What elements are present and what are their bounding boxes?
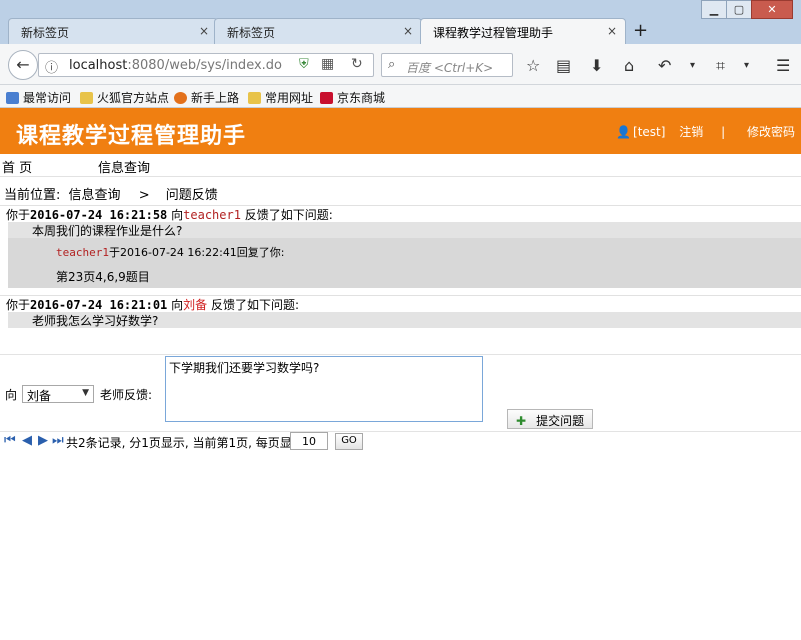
prev-page-icon[interactable]: ◀ (22, 433, 32, 448)
chevron-down-icon[interactable]: ▾ (690, 60, 695, 71)
bookmark-common-sites[interactable]: 常用网址 (248, 89, 313, 106)
jd-logo-icon (320, 92, 333, 104)
info-icon[interactable]: ⓘ (45, 57, 58, 76)
close-icon[interactable]: × (607, 24, 617, 38)
page-size-input[interactable]: 10 (290, 432, 328, 450)
feedback-recipient: teacher1 (183, 208, 241, 222)
bookmark-jd-mall[interactable]: 京东商城 (320, 89, 385, 106)
app-title: 课程教学过程管理助手 (16, 124, 247, 149)
close-icon[interactable]: × (403, 24, 413, 38)
reply-text: 第23页4,6,9题目 (56, 270, 150, 284)
first-page-icon[interactable]: ⏮ (4, 433, 16, 448)
folder-icon (248, 92, 261, 104)
bookmark-getting-started[interactable]: 新手上路 (174, 89, 239, 106)
tab-new-2[interactable]: 新标签页 × (214, 18, 422, 44)
submit-question-button[interactable]: ✚ 提交问题 (507, 409, 593, 429)
search-icon: ⌕ (388, 57, 396, 72)
feedback-question: 本周我们的课程作业是什么? (8, 222, 801, 238)
feedback-form: 向 刘备 ▼ 老师反馈: 下学期我们还要学习数学吗? ✚ 提交问题 (0, 354, 801, 432)
reading-list-icon[interactable]: ▤ (556, 56, 571, 75)
undo-icon[interactable]: ↶ (658, 56, 671, 75)
tab-label: 新标签页 (21, 26, 70, 40)
bookmark-most-visited[interactable]: 最常访问 (6, 89, 71, 106)
minimize-icon[interactable]: ▁ (701, 0, 727, 19)
breadcrumb-info-query[interactable]: 信息查询 (69, 188, 121, 203)
breadcrumb-prefix: 当前位置: (4, 188, 61, 203)
tab-label: 课程教学过程管理助手 (433, 26, 554, 40)
window-close-icon[interactable]: ✕ (751, 0, 793, 19)
bookmark-star-icon[interactable]: ☆ (526, 56, 540, 75)
feedback-timestamp: 2016-07-24 16:21:58 (30, 208, 168, 222)
chevron-down-icon: ▼ (82, 388, 89, 398)
browser-tab-bar: 新标签页 × 新标签页 × 课程教学过程管理助手 × + ▁ ▢ ✕ (0, 0, 801, 44)
teacher-select[interactable]: 刘备 ▼ (22, 385, 94, 403)
logout-link[interactable]: 注销 (679, 125, 703, 139)
next-page-icon[interactable]: ▶ (38, 433, 48, 448)
menu-info-query[interactable]: 信息查询 (98, 157, 150, 176)
go-button[interactable]: GO (335, 433, 363, 450)
search-placeholder: 百度 <Ctrl+K> (406, 61, 494, 75)
main-menu: 首 页 信息查询 (0, 154, 801, 177)
new-tab-button[interactable]: + (633, 20, 648, 41)
home-icon[interactable]: ⌂ (624, 56, 634, 75)
feedback-recipient: 刘备 (183, 298, 208, 312)
feedback-header: 你于2016-07-24 16:21:58 向teacher1 反馈了如下问题: (0, 205, 801, 222)
maximize-icon[interactable]: ▢ (726, 0, 752, 19)
url-bar[interactable]: ⓘ localhost:8080/web/sys/index.do ⛨ ▦ ↻ (38, 53, 374, 77)
tab-label: 新标签页 (227, 26, 276, 40)
app-header: 课程教学过程管理助手 👤 [test] 注销 | 修改密码 (0, 108, 801, 154)
window-controls: ▁ ▢ ✕ (701, 0, 793, 20)
header-links: 👤 [test] 注销 | 修改密码 (616, 123, 795, 140)
tab-course-assistant[interactable]: 课程教学过程管理助手 × (420, 18, 626, 44)
menu-icon[interactable]: ☰ (776, 56, 790, 75)
feedback-timestamp: 2016-07-24 16:21:01 (30, 298, 168, 312)
menu-home[interactable]: 首 页 (2, 157, 32, 176)
reply-teacher: teacher1 (56, 246, 109, 259)
breadcrumb-feedback: 问题反馈 (165, 188, 218, 203)
bookmark-firefox-official[interactable]: 火狐官方站点 (80, 89, 169, 106)
plus-icon: ✚ (516, 414, 527, 428)
back-arrow-icon[interactable]: ← (8, 50, 38, 80)
teacher-reply: teacher1于2016-07-24 16:22:41回复了你: 第23页4,… (8, 238, 801, 288)
search-bar[interactable]: ⌕ 百度 <Ctrl+K> (381, 53, 513, 77)
folder-icon (80, 92, 93, 104)
shield-icon[interactable]: ⛨ (299, 57, 309, 72)
tab-new-1[interactable]: 新标签页 × (8, 18, 218, 44)
crop-icon[interactable]: ⌗ (716, 56, 725, 76)
feedback-question: 老师我怎么学习好数学? (8, 312, 801, 328)
close-icon[interactable]: × (199, 24, 209, 38)
feedback-label: 老师反馈: (100, 388, 153, 402)
last-page-icon[interactable]: ⏭ (52, 433, 64, 448)
breadcrumb-separator: > (138, 188, 150, 203)
bookmark-folder-icon (6, 92, 19, 104)
url-text[interactable]: localhost:8080/web/sys/index.do (69, 58, 282, 73)
reply-header: teacher1于2016-07-24 16:22:41回复了你: (56, 246, 285, 259)
breadcrumb: 当前位置: 信息查询 > 问题反馈 (4, 184, 222, 203)
reload-icon[interactable]: ↻ (351, 56, 363, 72)
chevron-down-icon[interactable]: ▾ (744, 60, 749, 71)
current-user: [test] (633, 125, 666, 139)
browser-nav-bar: ← ⓘ localhost:8080/web/sys/index.do ⛨ ▦ … (0, 44, 801, 85)
user-icon: 👤 (616, 125, 632, 139)
pager-summary: 共2条记录, 分1页显示, 当前第1页, 每页显示 (66, 436, 304, 450)
header-separator: | (721, 125, 726, 139)
feedback-textarea[interactable]: 下学期我们还要学习数学吗? (165, 356, 483, 422)
change-password-link[interactable]: 修改密码 (747, 125, 795, 139)
qr-code-icon[interactable]: ▦ (321, 56, 334, 72)
download-icon[interactable]: ⬇ (590, 56, 603, 75)
firefox-icon (174, 92, 187, 104)
bookmarks-bar: 最常访问 火狐官方站点 新手上路 常用网址 京东商城 (0, 85, 801, 108)
to-label: 向 (5, 388, 18, 402)
feedback-header: 你于2016-07-24 16:21:01 向刘备 反馈了如下问题: (0, 295, 801, 312)
